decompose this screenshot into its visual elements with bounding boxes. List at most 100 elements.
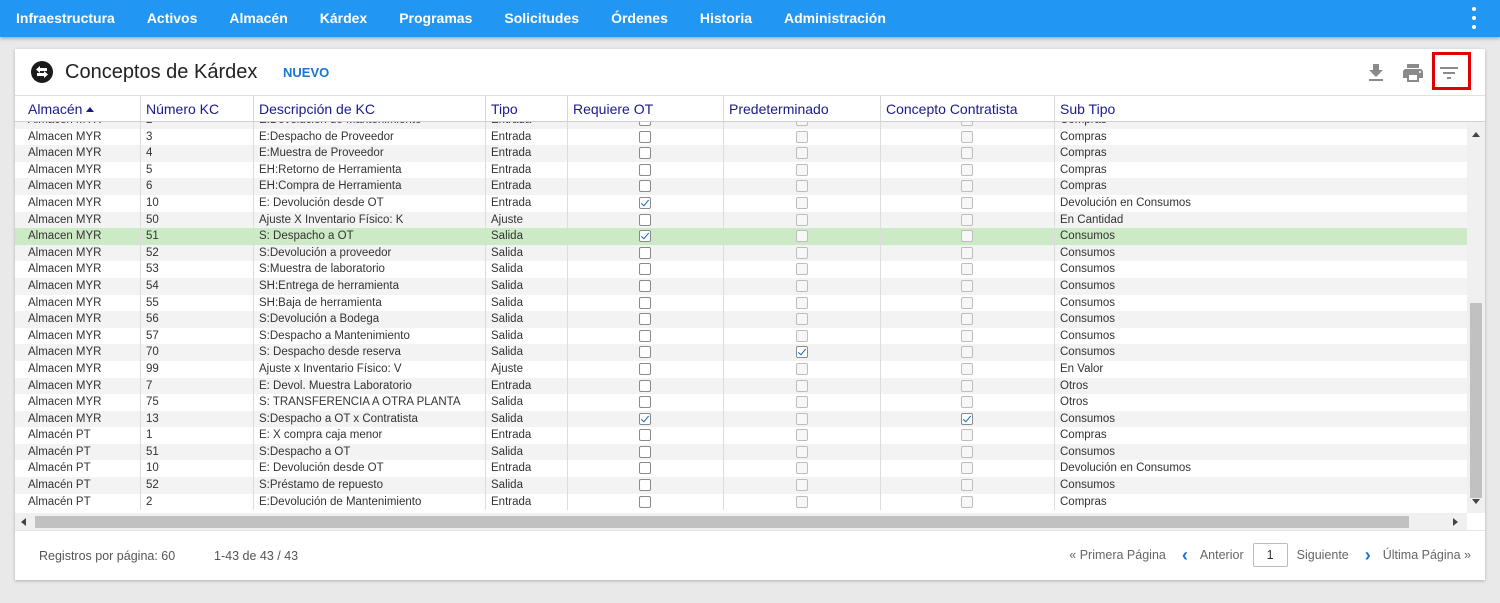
checkbox-predeterminado[interactable] — [796, 130, 808, 143]
table-row[interactable]: Almacen MYR 10 E: Devolución desde OT Entra… — [15, 194, 1467, 212]
checkbox-predeterminado[interactable] — [796, 396, 808, 409]
nav-item-activos[interactable]: Activos — [131, 0, 214, 37]
checkbox-concepto-contratista[interactable] — [961, 147, 973, 160]
checkbox-predeterminado[interactable] — [796, 346, 808, 359]
column-header-sub-tipo[interactable]: Sub Tipo — [1055, 96, 1485, 122]
checkbox-predeterminado[interactable] — [796, 445, 808, 458]
table-row[interactable]: Almacen MYR 7 E: Devol. Muestra Laboratori… — [15, 377, 1467, 395]
vertical-scroll-thumb[interactable] — [1470, 303, 1482, 498]
checkbox-predeterminado[interactable] — [796, 412, 808, 425]
swap-arrows-icon[interactable] — [30, 60, 54, 84]
checkbox-concepto-contratista[interactable] — [961, 313, 973, 326]
checkbox-requiere-ot[interactable] — [639, 346, 651, 359]
scroll-right-icon[interactable] — [1453, 518, 1458, 526]
checkbox-predeterminado[interactable] — [796, 379, 808, 392]
horizontal-scrollbar[interactable] — [15, 513, 1467, 530]
checkbox-concepto-contratista[interactable] — [961, 263, 973, 276]
nav-item-kardex[interactable]: Kárdex — [304, 0, 383, 37]
horizontal-scroll-thumb[interactable] — [35, 516, 1409, 528]
checkbox-concepto-contratista[interactable] — [961, 230, 973, 243]
checkbox-concepto-contratista[interactable] — [961, 296, 973, 309]
checkbox-predeterminado[interactable] — [796, 163, 808, 176]
checkbox-predeterminado[interactable] — [796, 213, 808, 226]
checkbox-concepto-contratista[interactable] — [961, 180, 973, 193]
table-row[interactable]: Almacen MYR 51 S: Despacho a OT Salida Consu… — [15, 228, 1467, 245]
checkbox-concepto-contratista[interactable] — [961, 196, 973, 209]
checkbox-predeterminado[interactable] — [796, 263, 808, 276]
scroll-left-icon[interactable] — [21, 518, 26, 526]
nav-item-solicitudes[interactable]: Solicitudes — [488, 0, 595, 37]
checkbox-concepto-contratista[interactable] — [961, 130, 973, 143]
checkbox-concepto-contratista[interactable] — [961, 122, 973, 126]
checkbox-predeterminado[interactable] — [796, 429, 808, 442]
table-row[interactable]: Almacen MYR 52 S:Devolución a proveedor Sal… — [15, 244, 1467, 262]
checkbox-requiere-ot[interactable] — [639, 379, 651, 392]
checkbox-requiere-ot[interactable] — [639, 429, 651, 442]
table-row[interactable]: Almacen MYR 3 E:Despacho de Proveedor Entra… — [15, 128, 1467, 146]
table-row[interactable]: Almacén PT 2 E:Devolución de Mantenimiento… — [15, 493, 1467, 511]
table-row[interactable]: Almacen MYR 6 EH:Compra de Herramienta Entr… — [15, 178, 1467, 195]
checkbox-concepto-contratista[interactable] — [961, 362, 973, 375]
checkbox-requiere-ot[interactable] — [639, 180, 651, 193]
checkbox-predeterminado[interactable] — [796, 479, 808, 492]
column-header-descripcion[interactable]: Descripción de KC — [254, 96, 486, 122]
checkbox-requiere-ot[interactable] — [639, 246, 651, 259]
column-header-tipo[interactable]: Tipo — [486, 96, 568, 122]
checkbox-requiere-ot[interactable] — [639, 445, 651, 458]
checkbox-requiere-ot[interactable] — [639, 230, 651, 243]
checkbox-predeterminado[interactable] — [796, 362, 808, 375]
checkbox-concepto-contratista[interactable] — [961, 412, 973, 425]
print-icon[interactable] — [1401, 61, 1425, 85]
checkbox-requiere-ot[interactable] — [639, 122, 651, 126]
page-number-input[interactable] — [1252, 543, 1288, 567]
checkbox-requiere-ot[interactable] — [639, 130, 651, 143]
nav-item-almacen[interactable]: Almacén — [213, 0, 303, 37]
more-vertical-icon[interactable] — [1470, 6, 1478, 30]
table-row[interactable]: Almacen MYR 75 S: TRANSFERENCIA A OTRA PLA… — [15, 394, 1467, 411]
table-row[interactable]: Almacen MYR 54 SH:Entrega de herramienta Sa… — [15, 277, 1467, 295]
checkbox-requiere-ot[interactable] — [639, 362, 651, 375]
previous-page-link[interactable]: Anterior — [1200, 548, 1244, 562]
checkbox-concepto-contratista[interactable] — [961, 479, 973, 492]
checkbox-predeterminado[interactable] — [796, 279, 808, 292]
nav-item-historia[interactable]: Historia — [684, 0, 768, 37]
table-row[interactable]: Almacen MYR 99 Ajuste x Inventario Físico:… — [15, 360, 1467, 378]
checkbox-concepto-contratista[interactable] — [961, 346, 973, 359]
table-row[interactable]: Almacen MYR2E:Devolución de Mantenimient… — [15, 122, 1467, 129]
checkbox-concepto-contratista[interactable] — [961, 429, 973, 442]
table-row[interactable]: Almacén PT 1 E: X compra caja menor Entrada… — [15, 427, 1467, 444]
checkbox-predeterminado[interactable] — [796, 246, 808, 259]
checkbox-requiere-ot[interactable] — [639, 329, 651, 342]
checkbox-requiere-ot[interactable] — [639, 296, 651, 309]
column-header-requiere-ot[interactable]: Requiere OT — [568, 96, 724, 122]
table-row[interactable]: Almacen MYR 53 S:Muestra de laboratorio Sal… — [15, 261, 1467, 278]
first-page-link[interactable]: « Primera Página — [1069, 548, 1166, 562]
download-icon[interactable] — [1364, 61, 1388, 85]
table-row[interactable]: Almacén PT 52 S:Préstamo de repuesto Salida… — [15, 477, 1467, 494]
table-row[interactable]: Almacen MYR 13 S:Despacho a OT x Contratis… — [15, 410, 1467, 428]
checkbox-requiere-ot[interactable] — [639, 462, 651, 475]
table-row[interactable]: Almacen MYR 50 Ajuste X Inventario Físico:… — [15, 211, 1467, 229]
checkbox-concepto-contratista[interactable] — [961, 445, 973, 458]
checkbox-predeterminado[interactable] — [796, 147, 808, 160]
nav-item-infraestructura[interactable]: Infraestructura — [0, 0, 131, 37]
new-button[interactable]: NUEVO — [283, 66, 329, 80]
checkbox-predeterminado[interactable] — [796, 313, 808, 326]
vertical-scrollbar[interactable] — [1467, 122, 1485, 513]
checkbox-requiere-ot[interactable] — [639, 196, 651, 209]
table-body[interactable]: Almacen MYR2E:Devolución de Mantenimient… — [15, 122, 1467, 513]
checkbox-predeterminado[interactable] — [796, 180, 808, 193]
checkbox-concepto-contratista[interactable] — [961, 396, 973, 409]
last-page-link[interactable]: Última Página » — [1383, 548, 1471, 562]
chevron-left-icon[interactable]: ‹ — [1182, 545, 1188, 565]
checkbox-requiere-ot[interactable] — [639, 147, 651, 160]
checkbox-requiere-ot[interactable] — [639, 412, 651, 425]
checkbox-requiere-ot[interactable] — [639, 495, 651, 508]
table-row[interactable]: Almacén PT 51 S:Despacho a OT Salida Consumo… — [15, 443, 1467, 461]
checkbox-concepto-contratista[interactable] — [961, 495, 973, 508]
column-header-predeterminado[interactable]: Predeterminado — [724, 96, 881, 122]
checkbox-concepto-contratista[interactable] — [961, 379, 973, 392]
checkbox-predeterminado[interactable] — [796, 230, 808, 243]
rows-per-page[interactable]: Registros por página: 60 — [39, 549, 175, 563]
checkbox-concepto-contratista[interactable] — [961, 163, 973, 176]
